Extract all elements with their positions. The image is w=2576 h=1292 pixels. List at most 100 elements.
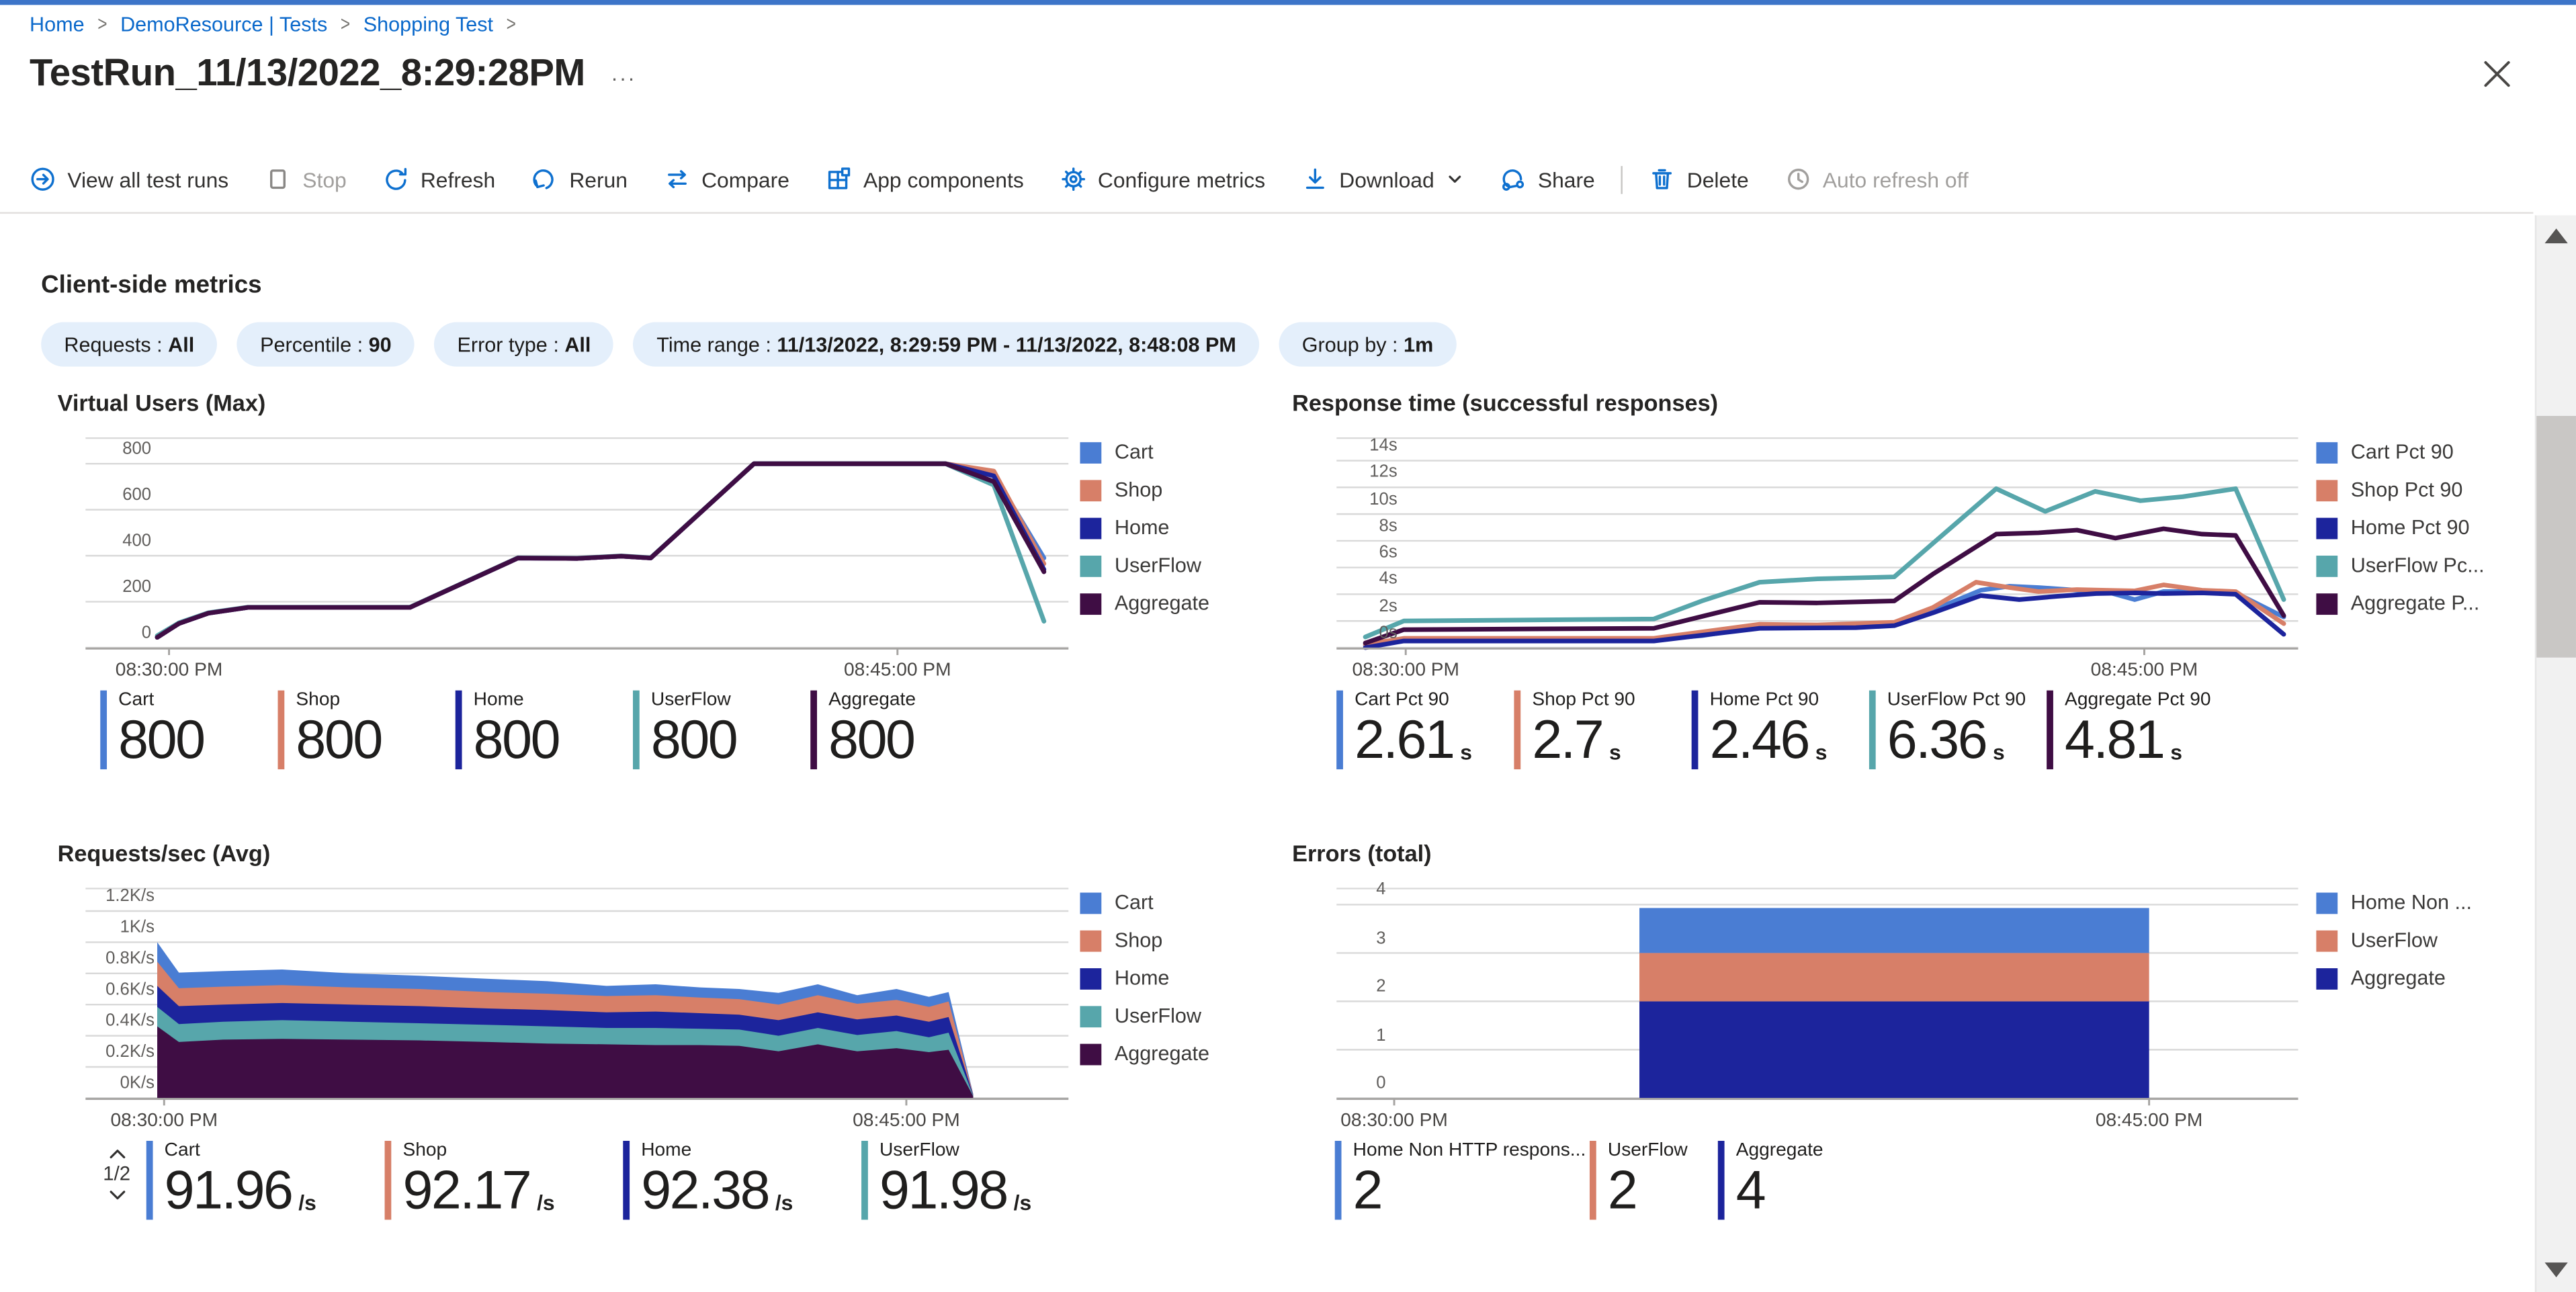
filter-error-type[interactable]: Error type : All — [434, 322, 613, 367]
legend-item[interactable]: UserFlow Pc... — [2316, 554, 2484, 577]
metric-stat: UserFlow 2 — [1590, 1141, 1718, 1219]
breadcrumb-resource-tests[interactable]: DemoResource | Tests — [120, 13, 327, 36]
compare-button[interactable]: Compare — [646, 151, 808, 207]
legend-item[interactable]: UserFlow — [1080, 1004, 1209, 1027]
y-axis-tick-label: 0 — [142, 623, 151, 642]
legend-swatch-icon — [1080, 517, 1101, 538]
metric-stat-label: UserFlow Pct 90 — [1887, 691, 2047, 710]
metric-stat-label: UserFlow — [1608, 1141, 1718, 1160]
metric-stat-unit: /s — [1014, 1192, 1032, 1213]
delete-button[interactable]: Delete — [1631, 151, 1767, 207]
scrollbar-thumb[interactable] — [2536, 416, 2576, 658]
metric-stat-number: 2.7 — [1532, 712, 1602, 767]
legend-item[interactable]: UserFlow — [2316, 929, 2472, 951]
chart-title-errors: Errors (total) — [1292, 840, 1431, 866]
filter-time-range[interactable]: Time range : 11/13/2022, 8:29:59 PM - 11… — [634, 322, 1259, 367]
metric-stat-value: 2.46s — [1710, 712, 1869, 767]
more-options-button[interactable]: ... — [611, 61, 637, 86]
stop-button: Stop — [247, 151, 365, 207]
y-axis-tick-label: 14s — [1369, 436, 1397, 456]
legend-item[interactable]: Home Non ... — [2316, 891, 2472, 914]
toolbar-label: Delete — [1687, 167, 1749, 191]
breadcrumb-shopping-test[interactable]: Shopping Test — [363, 13, 493, 36]
filter-value: 1m — [1404, 333, 1433, 355]
metric-stat-number: 6.36 — [1887, 712, 1986, 767]
chart-legend: Cart Shop Home UserFlow Aggregate — [1080, 441, 1209, 615]
pager-down-icon[interactable] — [108, 1187, 126, 1203]
legend-item[interactable]: Home Pct 90 — [2316, 516, 2484, 539]
vertical-scrollbar[interactable] — [2535, 216, 2576, 1292]
legend-item[interactable]: Shop Pct 90 — [2316, 478, 2484, 501]
rerun-button[interactable]: Rerun — [513, 151, 646, 207]
chart-virtual-users[interactable] — [85, 437, 1068, 656]
x-axis-tick-label: 08:45:00 PM — [832, 1111, 980, 1131]
metric-stat-label: Cart — [118, 691, 277, 710]
legend-item[interactable]: Shop — [1080, 478, 1209, 501]
y-axis-tick-label: 0.2K/s — [105, 1042, 155, 1062]
legend-item[interactable]: Shop — [1080, 929, 1209, 951]
filter-separator: : — [760, 333, 777, 355]
metric-stat-number: 2.46 — [1710, 712, 1809, 767]
chart-requests-per-sec[interactable] — [85, 888, 1068, 1106]
legend-swatch-icon — [2316, 892, 2337, 913]
chart-legend: Home Non ... UserFlow Aggregate — [2316, 891, 2472, 990]
legend-item[interactable]: UserFlow — [1080, 554, 1209, 577]
filter-group-by[interactable]: Group by : 1m — [1279, 322, 1456, 367]
close-icon[interactable] — [2479, 56, 2516, 92]
legend-item[interactable]: Aggregate — [1080, 1042, 1209, 1065]
legend-label: UserFlow — [1115, 554, 1201, 577]
metric-stat-value: 6.36s — [1887, 712, 2047, 767]
metric-stat-number: 800 — [828, 712, 914, 767]
legend-label: UserFlow — [1115, 1004, 1201, 1027]
scrollbar-down-icon[interactable] — [2544, 1262, 2567, 1277]
legend-item[interactable]: Aggregate — [1080, 592, 1209, 615]
legend-item[interactable]: Cart Pct 90 — [2316, 441, 2484, 464]
download-button[interactable]: Download — [1283, 151, 1482, 207]
configure-metrics-button[interactable]: Configure metrics — [1042, 151, 1283, 207]
metric-stat-value: 800 — [474, 712, 633, 767]
legend-swatch-icon — [1080, 1043, 1101, 1064]
legend-swatch-icon — [1080, 479, 1101, 501]
y-axis-tick-label: 4s — [1379, 570, 1398, 589]
metric-stat-value: 91.96/s — [165, 1162, 385, 1218]
metric-stat-value: 92.38/s — [641, 1162, 861, 1218]
legend-item[interactable]: Aggregate — [2316, 967, 2472, 990]
y-axis-labels: 0200400600800 — [85, 437, 151, 648]
metric-stat-number: 91.98 — [879, 1162, 1007, 1218]
breadcrumb-home[interactable]: Home — [30, 13, 85, 36]
filter-value: All — [564, 333, 591, 355]
share-button[interactable]: Share — [1482, 151, 1613, 207]
metric-stat-label: Cart — [165, 1141, 385, 1160]
pager-up-icon[interactable] — [108, 1146, 126, 1162]
legend-item[interactable]: Aggregate P... — [2316, 592, 2484, 615]
metric-stat-value: 800 — [651, 712, 810, 767]
legend-label: Aggregate P... — [2351, 592, 2480, 615]
legend-swatch-icon — [1080, 892, 1101, 913]
legend-label: Home Pct 90 — [2351, 516, 2470, 539]
chart-response-time[interactable] — [1336, 437, 2298, 656]
legend-label: Shop — [1115, 478, 1162, 501]
chart-errors[interactable] — [1336, 888, 2298, 1106]
metric-stat-value: 800 — [296, 712, 455, 767]
legend-item[interactable]: Home — [1080, 967, 1209, 990]
metric-stat-number: 2 — [1608, 1162, 1636, 1218]
app-components-button[interactable]: App components — [808, 151, 1042, 207]
breadcrumb-separator-icon: > — [507, 13, 516, 36]
test-run-page: Home > DemoResource | Tests > Shopping T… — [0, 0, 2576, 1292]
toolbar-label: Download — [1339, 167, 1434, 191]
legend-item[interactable]: Cart — [1080, 891, 1209, 914]
chart-stats: Cart91.96/sShop92.17/sHome92.38/sUserFlo… — [146, 1141, 1100, 1219]
metric-stat: Shop800 — [277, 691, 455, 769]
refresh-button[interactable]: Refresh — [365, 151, 514, 207]
metric-stat: Home Pct 902.46s — [1692, 691, 1869, 769]
scrollbar-up-icon[interactable] — [2544, 228, 2567, 243]
metric-filters: Requests : All Percentile : 90 Error typ… — [41, 322, 1456, 367]
legend-item[interactable]: Home — [1080, 516, 1209, 539]
chart-title-virtual-users: Virtual Users (Max) — [58, 390, 266, 416]
view-all-test-runs-button[interactable]: View all test runs — [30, 151, 247, 207]
filter-percentile[interactable]: Percentile : 90 — [237, 322, 415, 367]
toolbar-label: Refresh — [421, 167, 495, 191]
legend-item[interactable]: Cart — [1080, 441, 1209, 464]
chart-legend: Cart Pct 90 Shop Pct 90 Home Pct 90 UserFlo… — [2316, 441, 2484, 615]
filter-requests[interactable]: Requests : All — [41, 322, 217, 367]
